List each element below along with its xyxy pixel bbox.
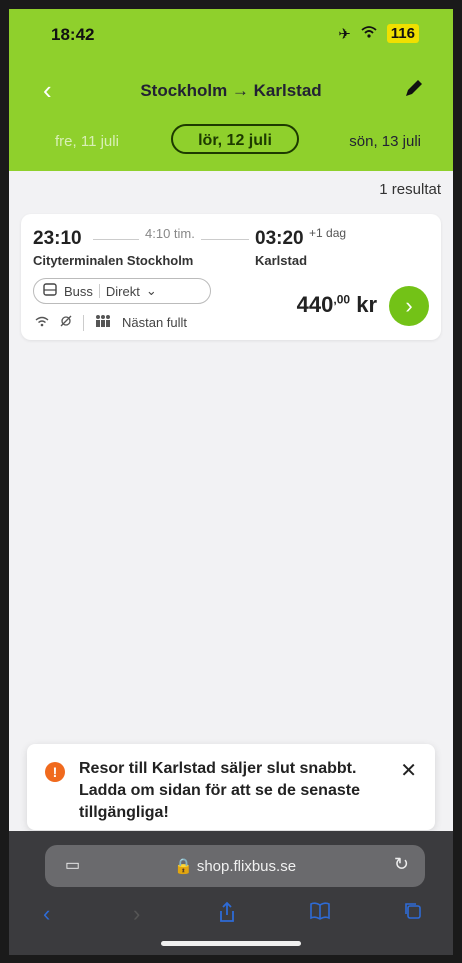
trip-details-pill[interactable]: Buss Direkt ⌄ [33, 278, 211, 304]
vehicle-type: Buss [64, 283, 93, 299]
app-header: 18:42 ✈ 116 ‹ Stockholm → Karlstad fre, … [9, 9, 453, 171]
status-icons: ✈ 116 [338, 24, 419, 43]
home-indicator [161, 941, 301, 946]
lock-icon: 🔒 [173, 858, 193, 875]
pencil-icon [406, 80, 422, 96]
date-current[interactable]: lör, 12 juli [171, 124, 299, 154]
no-power-socket-icon [59, 314, 73, 331]
back-arrow-icon[interactable]: ‹ [43, 901, 50, 927]
price-currency: kr [356, 292, 377, 317]
status-time: 18:42 [51, 25, 95, 44]
arrival-time: 03:20 [255, 228, 304, 249]
price-decimals: ,00 [333, 292, 351, 307]
wifi-icon [361, 25, 377, 42]
reload-icon[interactable]: ↻ [394, 854, 409, 875]
address-bar[interactable]: ▭ 🔒 shop.flixbus.se ↻ [45, 845, 425, 887]
wifi-icon [35, 315, 49, 330]
battery-icon: 116 [386, 24, 419, 43]
departure-time: 23:10 [33, 228, 82, 249]
airplane-icon: ✈ [338, 25, 351, 43]
trip-card[interactable]: 23:10 4:10 tim. 03:20 +1 dag Citytermina… [21, 214, 441, 340]
day-offset: +1 dag [309, 226, 347, 240]
availability-label: Nästan fullt [122, 315, 188, 330]
alert-icon: ! [45, 762, 65, 782]
price-main: 440 [296, 292, 334, 317]
passengers-icon [94, 314, 112, 331]
url-domain: shop.flixbus.se [196, 858, 297, 875]
connection-type: Direkt [105, 283, 140, 299]
bookmarks-icon[interactable] [309, 901, 331, 927]
amenities: Nästan fullt [35, 314, 187, 331]
chevron-down-icon: ⌄ [145, 283, 157, 298]
divider [83, 314, 84, 331]
chevron-right-icon: › [405, 293, 413, 318]
trip-price: 440,00 kr [297, 292, 377, 318]
divider [98, 284, 100, 298]
close-icon[interactable]: ✕ [400, 758, 417, 783]
forward-arrow-icon[interactable]: › [133, 901, 140, 927]
bus-icon [42, 282, 58, 301]
tabs-icon[interactable] [403, 901, 423, 927]
departure-station: Cityterminalen Stockholm [33, 253, 194, 268]
share-icon[interactable] [217, 901, 237, 929]
arrival-station: Karlstad [255, 253, 308, 268]
phone-screen: 18:42 ✈ 116 ‹ Stockholm → Karlstad fre, … [9, 9, 453, 955]
browser-nav: ‹ › [9, 901, 453, 931]
notice-text: Resor till Karlstad säljer slut snabbt. … [79, 760, 360, 821]
result-count: 1 resultat [379, 181, 441, 198]
trip-duration: 4:10 tim. [139, 226, 201, 241]
date-next[interactable]: sön, 13 juli [349, 133, 421, 150]
date-prev[interactable]: fre, 11 juli [55, 133, 119, 150]
edit-search-button[interactable] [403, 77, 425, 104]
sellout-notice: ! Resor till Karlstad säljer slut snabbt… [27, 744, 435, 830]
select-trip-button[interactable]: › [389, 286, 429, 326]
date-selector: fre, 11 juli lör, 12 juli sön, 13 juli [9, 124, 453, 158]
url-text: 🔒 shop.flixbus.se [45, 857, 425, 875]
browser-toolbar: ▭ 🔒 shop.flixbus.se ↻ ‹ › [9, 831, 453, 955]
route-title: Stockholm → Karlstad [140, 81, 322, 100]
